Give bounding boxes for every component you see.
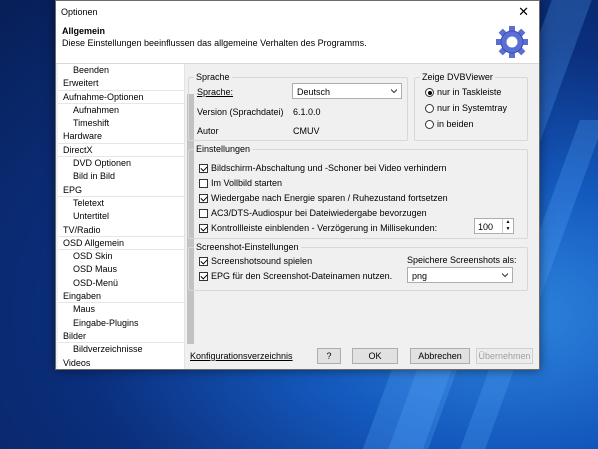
tree-item[interactable]: OSD Skin (58, 250, 184, 263)
close-icon[interactable]: ✕ (518, 4, 529, 20)
setting-checkbox-label: Im Vollbild starten (211, 178, 283, 188)
tree-item[interactable]: Erweitert (58, 77, 184, 91)
options-tree[interactable]: Beenden Erweitert Aufnahme-Optionen Aufnahm… (58, 64, 184, 369)
tree-item[interactable]: Untertitel (58, 210, 184, 223)
page-title: Allgemein (62, 26, 106, 36)
tree-item[interactable]: Timeshift (58, 117, 184, 130)
tree-item[interactable]: OSD Maus (58, 263, 184, 276)
apply-button[interactable]: Übernehmen (476, 348, 533, 364)
zeige-radio[interactable] (425, 88, 434, 97)
language-select[interactable]: Deutsch (292, 83, 402, 99)
sprache-label: Sprache: (197, 87, 234, 97)
format-select[interactable]: png (407, 267, 513, 283)
chevron-down-icon (502, 273, 508, 278)
version-label: Version (Sprachdatei) (197, 107, 284, 117)
version-value: 6.1.0.0 (293, 107, 321, 117)
setting-checkbox-label: Kontrollleiste einblenden - Verzögerung … (211, 223, 438, 233)
setting-checkbox[interactable] (199, 257, 208, 266)
setting-checkbox[interactable] (199, 272, 208, 281)
delay-stepper[interactable]: 100 ▲ ▼ (474, 218, 514, 234)
language-select-value: Deutsch (297, 87, 331, 97)
chevron-down-icon (391, 89, 397, 94)
options-dialog: Optionen ✕ Allgemein Diese Einstellungen… (55, 0, 540, 370)
setting-checkbox[interactable] (199, 194, 208, 203)
setting-checkbox-label: Bildschirm-Abschaltung und -Schoner bei … (211, 163, 447, 173)
tree-item[interactable]: Maus (58, 303, 184, 316)
tree-item[interactable]: Bildverzeichnisse (58, 343, 184, 356)
setting-checkbox-label: EPG für den Screenshot-Dateinamen nutzen… (211, 271, 393, 281)
title-bar: Optionen ✕ (56, 1, 539, 23)
setting-checkbox[interactable] (199, 224, 208, 233)
tree-item[interactable]: Bild in Bild (58, 170, 184, 183)
gear-icon (496, 26, 528, 58)
setting-checkbox[interactable] (199, 164, 208, 173)
ok-button[interactable]: OK (352, 348, 398, 364)
config-directory-link[interactable]: Konfigurationsverzeichnis (190, 351, 293, 361)
zeige-radio-label: nur in Taskleiste (437, 87, 502, 97)
tree-item[interactable]: DirectX (58, 144, 184, 158)
tree-item[interactable]: OSD-Menü (58, 277, 184, 290)
tree-item[interactable]: Aufnahme-Optionen (58, 91, 184, 104)
help-button[interactable]: ? (317, 348, 341, 364)
tree-item[interactable]: Hardware (58, 130, 184, 144)
einstellungen-group-label: Einstellungen (194, 144, 253, 154)
format-label: Speichere Screenshots als: (407, 255, 517, 265)
setting-checkbox-label: Wiedergabe nach Energie sparen / Ruhezus… (211, 193, 448, 203)
sprache-group-label: Sprache (194, 72, 232, 82)
cancel-button[interactable]: Abbrechen (410, 348, 470, 364)
zeige-radio[interactable] (425, 120, 434, 129)
autor-value: CMUV (293, 126, 320, 136)
tree-item[interactable]: Videos (58, 357, 184, 369)
screenshot-group-label: Screenshot-Einstellungen (194, 242, 301, 252)
tree-item[interactable]: Eingabe-Plugins (58, 317, 184, 330)
tree-item[interactable]: Eingaben (58, 290, 184, 304)
tree-item[interactable]: EPG (58, 184, 184, 197)
page-header: Allgemein Diese Einstellungen beeinfluss… (56, 23, 539, 64)
page-subtitle: Diese Einstellungen beeinflussen das all… (62, 38, 367, 48)
tree-item[interactable]: OSD Allgemein (58, 237, 184, 251)
setting-checkbox[interactable] (199, 179, 208, 188)
tree-item[interactable]: Bilder (58, 330, 184, 344)
delay-value: 100 (478, 222, 494, 232)
autor-label: Autor (197, 126, 219, 136)
zeige-radio[interactable] (425, 104, 434, 113)
setting-checkbox[interactable] (199, 209, 208, 218)
tree-item[interactable]: Aufnahmen (58, 104, 184, 117)
tree-item[interactable]: DVD Optionen (58, 157, 184, 170)
zeige-radio-label: nur in Systemtray (437, 103, 508, 113)
format-select-value: png (412, 271, 428, 281)
window-title: Optionen (61, 7, 98, 17)
tree-item[interactable]: TV/Radio (58, 224, 184, 237)
tree-item[interactable]: Beenden (58, 64, 184, 77)
spin-arrows-icon[interactable]: ▲ ▼ (502, 219, 513, 233)
setting-checkbox-label: AC3/DTS-Audiospur bei Dateiwiedergabe be… (211, 208, 427, 218)
zeige-group-label: Zeige DVBViewer (420, 72, 495, 82)
setting-checkbox-label: Screenshotsound spielen (211, 256, 313, 266)
zeige-radio-label: in beiden (437, 119, 474, 129)
tree-item[interactable]: Teletext (58, 197, 184, 210)
